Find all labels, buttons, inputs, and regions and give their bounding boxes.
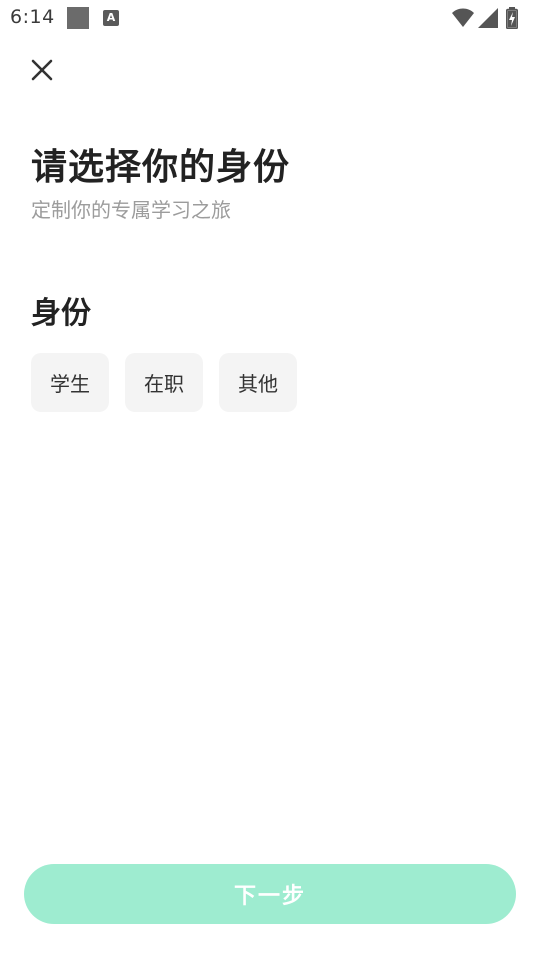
keyboard-a-icon: A — [103, 10, 119, 26]
next-button[interactable]: 下一步 — [24, 864, 516, 924]
cellular-signal-icon — [478, 8, 498, 28]
battery-charging-icon — [506, 7, 518, 29]
identity-selection-screen: 6:14 A 请选择你的身份 定制你的专属学习之旅 身份 学生 在职 其他 下一… — [0, 0, 540, 960]
close-button[interactable] — [22, 50, 62, 90]
option-student[interactable]: 学生 — [31, 353, 109, 412]
page-subtitle: 定制你的专属学习之旅 — [31, 198, 231, 222]
option-other[interactable]: 其他 — [219, 353, 297, 412]
status-bar: 6:14 A — [0, 0, 540, 36]
page-title: 请选择你的身份 — [31, 147, 291, 188]
status-time: 6:14 — [10, 6, 55, 28]
status-right-icons — [452, 6, 532, 30]
option-employed[interactable]: 在职 — [125, 353, 203, 412]
identity-options: 学生 在职 其他 — [31, 353, 297, 412]
identity-section-label: 身份 — [31, 296, 91, 331]
wifi-icon — [452, 8, 474, 27]
notification-square-icon — [67, 7, 89, 29]
close-icon — [31, 59, 53, 81]
